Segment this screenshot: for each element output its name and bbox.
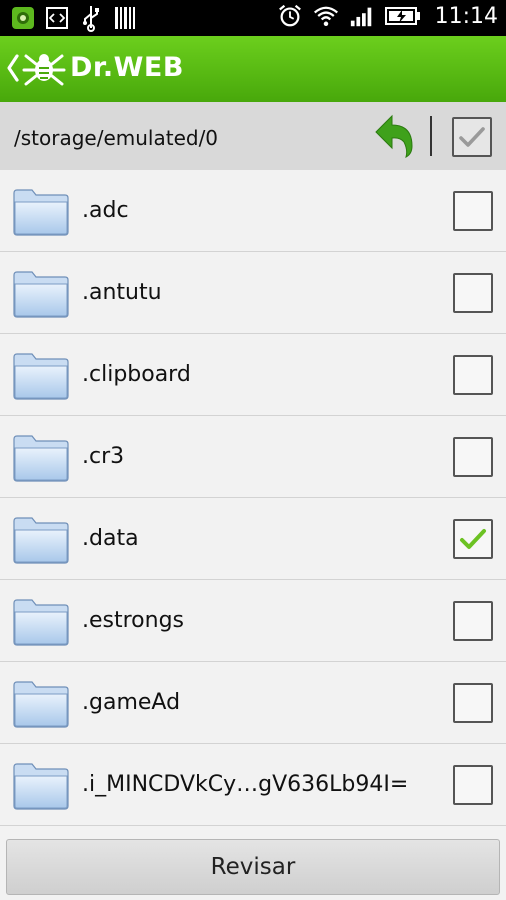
pathbar-divider	[430, 116, 432, 156]
select-all-checkbox[interactable]	[452, 117, 492, 157]
code-icon	[44, 4, 70, 32]
folder-icon	[12, 269, 70, 319]
check-mark-icon	[459, 127, 485, 147]
status-right-icons: 11:14	[277, 2, 498, 30]
folder-name: .cr3	[82, 444, 125, 469]
folder-name: .antutu	[82, 280, 162, 305]
folder-row[interactable]: .estrongs	[0, 580, 506, 662]
folder-icon	[12, 597, 70, 647]
folder-name: .adc	[82, 198, 129, 223]
signal-icon	[349, 2, 375, 30]
folder-name: .gameAd	[82, 690, 181, 715]
folder-row[interactable]: .cr3	[0, 416, 506, 498]
folder-icon	[12, 351, 70, 401]
alarm-icon	[277, 2, 303, 30]
up-navigation-icon[interactable]	[6, 53, 20, 83]
folder-name: .i_MINCDVkCy…gV636Lb94I=	[82, 772, 409, 797]
battery-charging-icon	[384, 2, 421, 30]
app-title: Dr.WEB	[70, 52, 184, 83]
folder-checkbox[interactable]	[453, 765, 493, 805]
review-button[interactable]: Revisar	[6, 839, 500, 895]
folder-icon	[12, 761, 70, 811]
folder-checkbox[interactable]	[453, 519, 493, 559]
bottom-bar: Revisar	[0, 830, 506, 900]
folder-row[interactable]: .i_MINCDVkCy…gV636Lb94I=	[0, 744, 506, 826]
folder-icon	[12, 515, 70, 565]
current-path: /storage/emulated/0	[14, 126, 219, 150]
status-time: 11:14	[434, 3, 498, 29]
status-left-icons	[10, 4, 138, 32]
check-mark-icon	[460, 529, 486, 549]
folder-icon	[12, 187, 70, 237]
folder-icon	[12, 433, 70, 483]
folder-icon	[12, 679, 70, 729]
status-bar: 11:14	[0, 0, 506, 36]
folder-name: .data	[82, 526, 139, 551]
folder-row[interactable]: .antutu	[0, 252, 506, 334]
folder-checkbox[interactable]	[453, 683, 493, 723]
folder-name: .clipboard	[82, 362, 191, 387]
folder-checkbox[interactable]	[453, 601, 493, 641]
wifi-icon	[313, 2, 339, 30]
folder-checkbox[interactable]	[453, 355, 493, 395]
folder-row[interactable]: .gameAd	[0, 662, 506, 744]
folder-name: .estrongs	[82, 608, 185, 633]
usb-icon	[78, 4, 104, 32]
folder-row[interactable]: .adc	[0, 170, 506, 252]
drweb-notification-icon	[10, 4, 36, 32]
back-arrow-icon[interactable]	[372, 112, 416, 160]
barcode-icon	[112, 4, 138, 32]
folder-row[interactable]: .clipboard	[0, 334, 506, 416]
action-bar: Dr.WEB	[0, 36, 506, 102]
folder-checkbox[interactable]	[453, 437, 493, 477]
folder-checkbox[interactable]	[453, 191, 493, 231]
drweb-spider-logo-icon[interactable]	[22, 48, 66, 90]
folder-checkbox[interactable]	[453, 273, 493, 313]
folder-row[interactable]: .data	[0, 498, 506, 580]
folder-list: .adc .antutu .clipboard .cr3 .data .estrongs.…	[0, 170, 506, 826]
